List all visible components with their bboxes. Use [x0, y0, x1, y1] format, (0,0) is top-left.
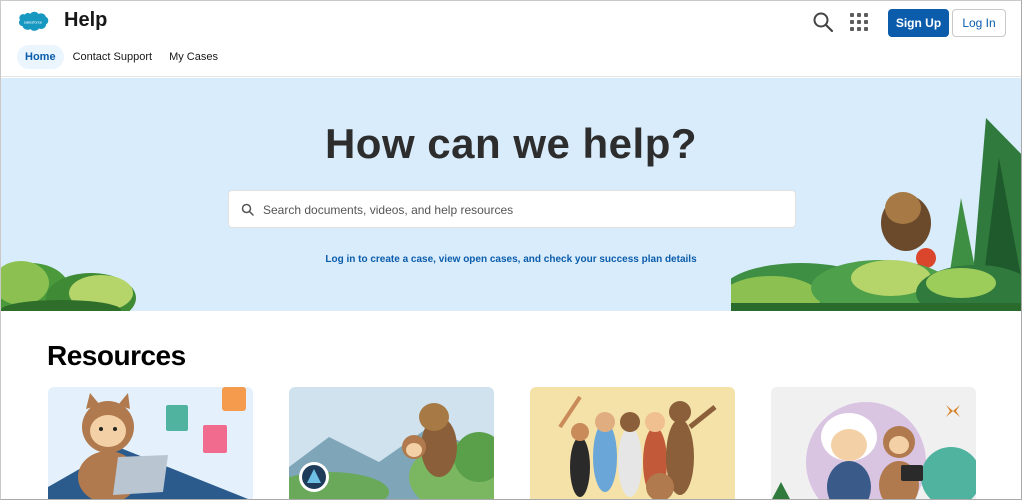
salesforce-logo[interactable]: salesforce	[17, 11, 49, 33]
nav-item-home[interactable]: Home	[17, 45, 64, 69]
einstein-astro-illustration	[772, 402, 976, 499]
community-group-illustration	[558, 395, 717, 499]
resource-card-1[interactable]	[48, 387, 253, 499]
hero-banner: How can we help? Search documents, video…	[1, 78, 1021, 311]
search-input[interactable]: Search documents, videos, and help resou…	[228, 190, 796, 228]
logo-text: salesforce	[24, 20, 43, 25]
search-placeholder: Search documents, videos, and help resou…	[263, 203, 514, 217]
log-in-button[interactable]: Log In	[952, 9, 1006, 37]
hero-title: How can we help?	[324, 120, 698, 167]
header: salesforce Help Sign Up Log In Home Cont…	[1, 1, 1021, 77]
login-cases-link[interactable]: Log in to create a case, view open cases…	[1, 254, 1021, 265]
search-icon[interactable]	[812, 11, 834, 33]
nav-item-my-cases[interactable]: My Cases	[161, 45, 226, 69]
resource-card-2[interactable]	[289, 387, 494, 499]
resource-card-3[interactable]	[530, 387, 735, 499]
search-icon	[241, 203, 254, 216]
trailhead-illustration	[289, 403, 494, 499]
app-launcher-icon[interactable]	[850, 13, 868, 31]
page-frame: salesforce Help Sign Up Log In Home Cont…	[0, 0, 1022, 500]
resource-card-4[interactable]	[771, 387, 976, 499]
astro-laptop-illustration	[48, 387, 248, 499]
resources-heading: Resources	[47, 340, 186, 371]
hero-bushes-left	[1, 261, 136, 311]
nav-item-contact-support[interactable]: Contact Support	[65, 45, 161, 69]
main-nav: Home Contact Support My Cases	[17, 45, 227, 69]
sign-up-button[interactable]: Sign Up	[888, 9, 949, 37]
app-title: Help	[64, 9, 108, 31]
